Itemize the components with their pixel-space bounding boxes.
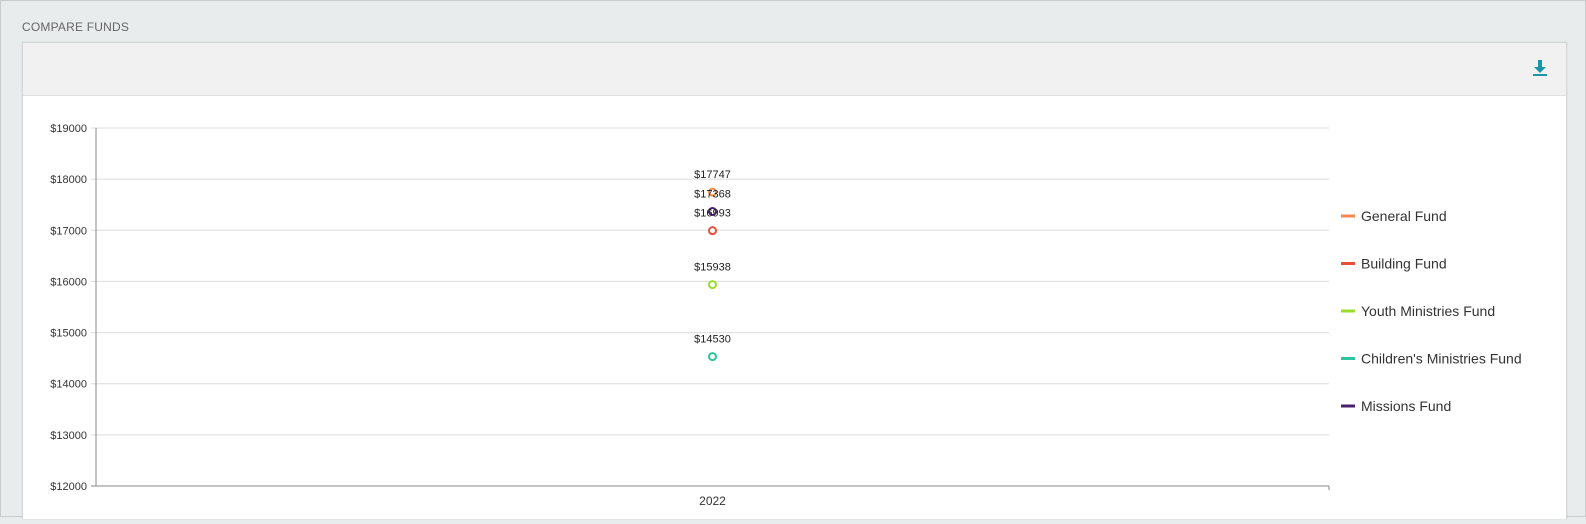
legend-label: Children's Ministries Fund — [1361, 351, 1522, 367]
compare-funds-page: COMPARE FUNDS $12000 $13000 $14000 $15000 $1… — [0, 0, 1586, 519]
section-title: COMPARE FUNDS — [22, 20, 130, 34]
x-axis-ticks: 2022 — [699, 494, 726, 508]
panel-header — [23, 43, 1566, 96]
y-tick-label: $17000 — [50, 225, 87, 237]
chart-panel: $12000 $13000 $14000 $15000 $16000 $17000 $180… — [22, 42, 1567, 519]
data-label: $14530 — [694, 334, 731, 346]
y-tick-label: $15000 — [50, 328, 87, 340]
data-label: $15938 — [694, 262, 731, 274]
y-tick-label: $12000 — [50, 481, 87, 493]
legend-label: Building Fund — [1361, 256, 1447, 272]
data-label: $16993 — [694, 208, 731, 220]
y-axis-ticks: $12000 $13000 $14000 $15000 $16000 $17000 $180… — [50, 123, 87, 493]
legend: General Fund Building Fund Youth Ministrie… — [1341, 208, 1522, 414]
y-tick-label: $18000 — [50, 174, 87, 186]
data-labels: $17747 $16993 $15938 $14530 $17368 — [694, 169, 731, 346]
download-icon[interactable] — [1532, 59, 1548, 77]
chart-area: $12000 $13000 $14000 $15000 $16000 $17000 $180… — [23, 96, 1566, 519]
legend-label: Youth Ministries Fund — [1361, 303, 1495, 319]
y-tick-label: $19000 — [50, 123, 87, 135]
y-tick-label: $13000 — [50, 430, 87, 442]
legend-label: General Fund — [1361, 208, 1447, 224]
grid-lines — [91, 127, 1329, 487]
data-point — [708, 352, 717, 362]
y-tick-label: $14000 — [50, 379, 87, 391]
data-point — [708, 226, 717, 236]
data-label: $17747 — [694, 169, 731, 181]
legend-label: Missions Fund — [1361, 398, 1451, 414]
data-label: $17368 — [694, 188, 731, 200]
data-point — [708, 280, 717, 290]
y-tick-label: $16000 — [50, 276, 87, 288]
line-chart: $12000 $13000 $14000 $15000 $16000 $17000 $180… — [50, 123, 1522, 508]
x-tick-label: 2022 — [699, 494, 726, 508]
axes — [95, 128, 1330, 490]
